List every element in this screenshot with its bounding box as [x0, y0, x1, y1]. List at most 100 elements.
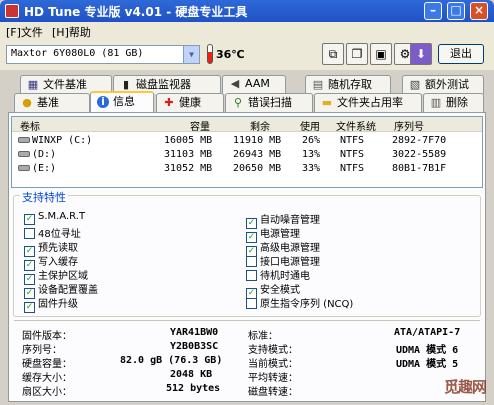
volume-used: 26%	[302, 135, 321, 146]
volume-name: (E:)	[32, 163, 57, 174]
supported-mode-value: UDMA 模式 6	[396, 345, 459, 356]
error-scan-icon: ⚲	[233, 96, 243, 109]
tab-label: 删除	[446, 96, 468, 109]
volume-capacity: 31052 MB	[164, 163, 213, 174]
volume-used: 33%	[302, 163, 321, 174]
volume-serial: 3022-5589	[392, 149, 447, 160]
current-mode-value: UDMA 模式 5	[396, 359, 459, 370]
tab-health[interactable]: ✚ 健康	[156, 93, 224, 112]
volume-serial: 2892-7F70	[392, 135, 447, 146]
chevron-down-icon[interactable]: ▼	[183, 46, 199, 63]
tab-label: 文件基准	[43, 78, 87, 91]
column-header-capacity[interactable]: 容量	[190, 118, 210, 133]
tab-label: AAM	[245, 77, 270, 90]
volume-name: WINXP (C:)	[32, 135, 93, 146]
title-bar: HD Tune 专业版 v4.01 - 硬盘专业工具 – □ ×	[0, 0, 494, 22]
column-header-free[interactable]: 剩余	[250, 118, 270, 133]
current-mode-label: 当前模式：	[248, 359, 298, 370]
random-access-icon: ▤	[312, 78, 324, 91]
drive-select[interactable]: Maxtor 6Y080L0 (81 GB) ▼	[6, 45, 200, 64]
tab-aam[interactable]: ◀ AAM	[222, 75, 286, 94]
menu-file[interactable]: [F]文件	[6, 24, 43, 40]
cache-label: 缓存大小：	[22, 373, 72, 384]
copy-icon[interactable]: ⧉	[322, 43, 344, 65]
tab-random-access[interactable]: ▤ 随机存取	[305, 75, 391, 94]
column-header-filesystem[interactable]: 文件系统	[336, 118, 376, 133]
volume-label: WINXP (C:)	[18, 135, 92, 146]
column-header-label[interactable]: 卷标	[20, 118, 40, 133]
avg-speed-label: 平均转速：	[248, 373, 298, 384]
volume-row[interactable]: (E:) 31052 MB 20650 MB 33% NTFS 80B1-7B1…	[12, 162, 482, 176]
health-icon: ✚	[164, 96, 174, 109]
maximize-button[interactable]: □	[447, 2, 465, 20]
download-icon[interactable]: ⬇	[410, 43, 432, 65]
tab-label: 文件夹占用率	[337, 96, 403, 109]
drive-icon	[18, 165, 30, 171]
menu-help[interactable]: [H]帮助	[52, 24, 91, 40]
folder-usage-icon: ▬	[321, 96, 333, 109]
serial-label: 序列号：	[22, 345, 62, 356]
tab-label: 错误扫描	[248, 96, 292, 109]
sector-value: 512 bytes	[166, 383, 221, 394]
standard-value: ATA/ATAPI-7	[394, 327, 461, 338]
firmware-value: YAR41BW0	[170, 327, 219, 338]
volume-capacity: 16005 MB	[164, 135, 213, 146]
firmware-label: 固件版本：	[22, 331, 72, 342]
volume-capacity: 31103 MB	[164, 149, 213, 160]
column-header-used[interactable]: 使用	[300, 118, 320, 133]
feature-label: 原生指令序列 (NCQ)	[260, 299, 354, 310]
feature-smart: ✓ S.M.A.R.T	[24, 211, 85, 225]
volume-filesystem: NTFS	[340, 163, 365, 174]
feature-power-up-standby: 待机时通电	[246, 267, 310, 282]
drive-select-value: Maxtor 6Y080L0 (81 GB)	[11, 48, 144, 59]
volume-free: 11910 MB	[233, 135, 282, 146]
capacity-value: 82.0 gB (76.3 GB)	[120, 355, 223, 366]
window-title: HD Tune 专业版 v4.01 - 硬盘专业工具	[24, 5, 248, 19]
feature-label: 固件升级	[38, 299, 78, 310]
tab-error-scan[interactable]: ⚲ 错误扫描	[225, 93, 313, 112]
tab-folder-usage[interactable]: ▬ 文件夹占用率	[314, 93, 422, 112]
volume-row[interactable]: WINXP (C:) 16005 MB 11910 MB 26% NTFS 28…	[12, 134, 482, 148]
exit-button[interactable]: 退出	[438, 44, 484, 64]
close-button[interactable]: ×	[470, 2, 488, 20]
toolbar: Maxtor 6Y080L0 (81 GB) ▼ 36℃ ⧉ ❐ ▣ ⚙ ⬇ 退…	[0, 40, 494, 70]
thermometer-icon	[207, 44, 213, 64]
checkbox	[246, 270, 257, 281]
checkbox: ✓	[24, 302, 35, 313]
tab-benchmark[interactable]: ● 基准	[14, 93, 90, 112]
feature-firmware-upgrade: ✓ 固件升级	[24, 295, 78, 313]
tab-label: 随机存取	[328, 78, 372, 91]
drive-icon	[18, 137, 30, 143]
feature-ncq: 原生指令序列 (NCQ)	[246, 295, 353, 310]
tab-info[interactable]: i 信息	[90, 91, 154, 112]
tab-label: 额外测试	[425, 78, 469, 91]
volume-used: 13%	[302, 149, 321, 160]
benchmark-icon: ●	[22, 96, 32, 109]
volume-serial: 80B1-7B1F	[392, 163, 447, 174]
file-benchmark-icon: ▦	[27, 78, 39, 91]
drive-icon	[18, 151, 30, 157]
column-header-serial[interactable]: 序列号	[394, 118, 424, 133]
copy-text-icon[interactable]: ❐	[346, 43, 368, 65]
disk-monitor-icon: ▮	[122, 78, 130, 91]
volume-free: 20650 MB	[233, 163, 282, 174]
minimize-button[interactable]: –	[424, 2, 442, 20]
speaker-icon: ◀	[230, 77, 240, 90]
watermark-logo: 觅趣网	[442, 372, 494, 405]
checkbox	[246, 298, 257, 309]
features-title: 支持特性	[20, 189, 68, 205]
tab-erase[interactable]: ▥ 删除	[423, 93, 484, 112]
divider	[14, 320, 480, 321]
capacity-label: 硬盘容量：	[22, 359, 72, 370]
volume-list-header: 卷标 容量 剩余 使用 文件系统 序列号	[12, 117, 482, 133]
standard-label: 标准：	[248, 331, 278, 342]
volume-filesystem: NTFS	[340, 149, 365, 160]
menu-bar: [F]文件 [H]帮助	[0, 22, 494, 40]
temperature-readout: 36℃	[216, 48, 245, 61]
tab-extra-tests[interactable]: ▧ 额外测试	[402, 75, 484, 94]
feature-label: S.M.A.R.T	[38, 211, 86, 222]
serial-value: Y2B0B3SC	[170, 341, 219, 352]
volume-row[interactable]: (D:) 31103 MB 26943 MB 13% NTFS 3022-558…	[12, 148, 482, 162]
save-icon[interactable]: ▣	[370, 43, 392, 65]
info-icon: i	[97, 96, 109, 108]
